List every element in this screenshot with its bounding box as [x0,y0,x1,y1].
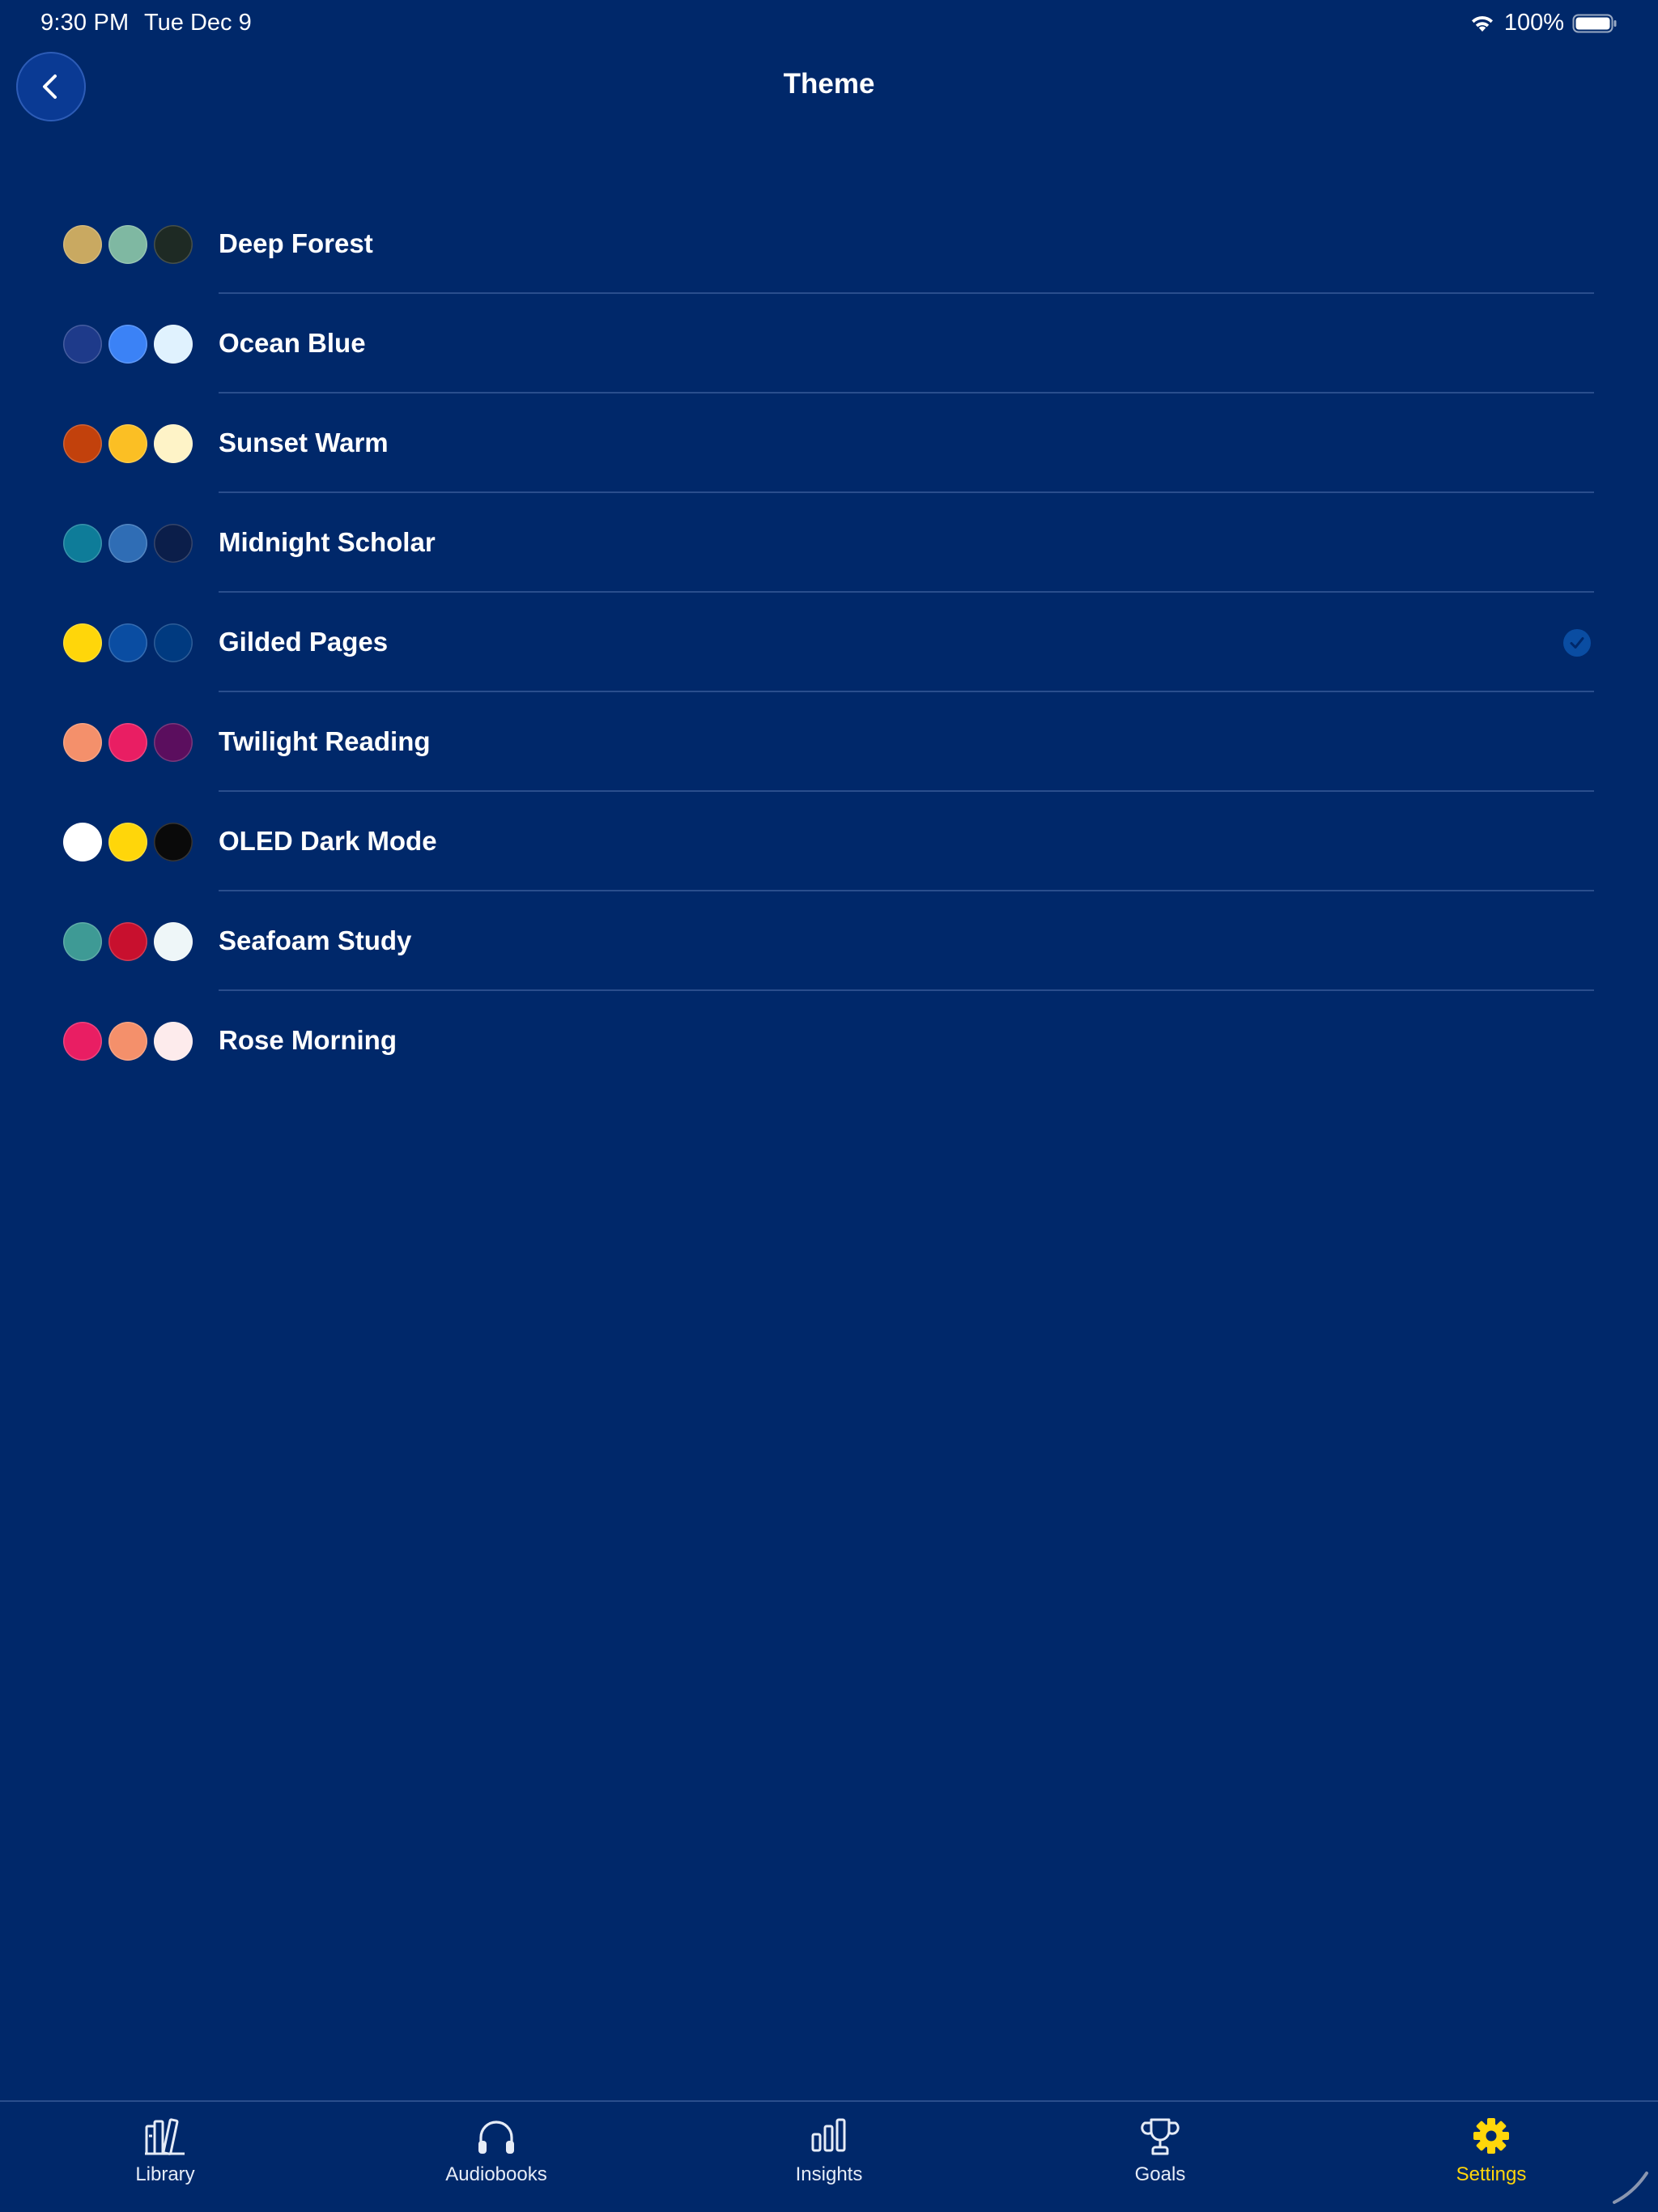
theme-row[interactable]: OLED Dark Mode [0,792,1658,891]
page-title: Theme [783,68,875,100]
theme-row[interactable]: Twilight Reading [0,692,1658,792]
color-swatch [154,424,193,463]
color-swatch [108,1022,147,1061]
status-indicators: 100% [1469,10,1618,36]
color-swatch [154,325,193,364]
color-swatch [63,823,102,861]
status-date: Tue Dec 9 [144,10,252,36]
battery-percent: 100% [1503,10,1564,36]
theme-row[interactable]: Deep Forest [0,194,1658,294]
color-swatches [63,524,193,563]
theme-name: Twilight Reading [219,726,431,756]
color-swatch [154,623,193,662]
color-swatch [63,325,102,364]
theme-name: Sunset Warm [219,428,389,457]
color-swatches [63,225,193,264]
tab-label: Library [135,2163,195,2185]
color-swatch [154,723,193,762]
trophy-icon [1141,2118,1180,2155]
theme-name: Midnight Scholar [219,527,436,557]
corner-handle-icon [1613,2172,1648,2204]
tab-label: Goals [1134,2163,1186,2185]
bar-chart-icon [811,2118,846,2152]
color-swatches [63,823,193,861]
color-swatch [63,524,102,563]
color-swatch [108,623,147,662]
theme-name: Gilded Pages [219,627,389,657]
color-swatch [108,325,147,364]
theme-row[interactable]: Sunset Warm [0,393,1658,493]
theme-row[interactable]: Ocean Blue [0,294,1658,393]
color-swatch [63,922,102,961]
theme-row[interactable]: Midnight Scholar [0,493,1658,593]
color-swatch [154,225,193,264]
theme-row[interactable]: Rose Morning [0,991,1658,1091]
theme-name: OLED Dark Mode [219,826,437,856]
color-swatch [63,723,102,762]
theme-name: Deep Forest [219,228,373,258]
gear-icon [1473,2118,1509,2154]
battery-icon [1572,14,1617,32]
theme-settings-screen: 9:30 PM Tue Dec 9 100% Theme Deep Forest… [0,0,1658,2212]
color-swatches [63,325,193,364]
color-swatch [63,225,102,264]
tab-library[interactable]: Library [76,2116,254,2206]
headphones-icon [478,2121,514,2154]
color-swatches [63,623,193,662]
tab-label: Insights [795,2163,863,2185]
color-swatch [108,424,147,463]
color-swatch [108,823,147,861]
color-swatches [63,922,193,961]
tab-bar: Library Audiobooks Insights Goals Settin… [0,2100,1658,2212]
color-swatch [108,723,147,762]
color-swatch [154,823,193,861]
theme-name: Rose Morning [219,1025,397,1055]
theme-list: Deep Forest Ocean Blue Sunset Warm Midnight… [0,194,1658,1091]
color-swatches [63,1022,193,1061]
color-swatch [63,1022,102,1061]
color-swatch [63,623,102,662]
checkmark-icon [1563,629,1591,657]
tab-label: Audiobooks [445,2163,547,2185]
color-swatch [63,424,102,463]
color-swatches [63,424,193,463]
tab-audiobooks[interactable]: Audiobooks [407,2116,585,2206]
tab-settings[interactable]: Settings [1402,2116,1580,2206]
theme-name: Seafoam Study [219,925,412,955]
theme-name: Ocean Blue [219,328,366,358]
books-icon [145,2118,185,2155]
tab-insights[interactable]: Insights [740,2116,918,2206]
color-swatch [154,524,193,563]
status-time: 9:30 PM [40,10,130,36]
theme-row[interactable]: Gilded Pages [0,593,1658,692]
status-bar: 9:30 PM Tue Dec 9 100% [0,0,1658,52]
color-swatch [108,524,147,563]
color-swatch [154,1022,193,1061]
tab-label: Settings [1456,2163,1527,2185]
color-swatch [108,922,147,961]
tab-goals[interactable]: Goals [1071,2116,1249,2206]
wifi-icon [1471,15,1493,32]
color-swatch [154,922,193,961]
color-swatch [108,225,147,264]
theme-row[interactable]: Seafoam Study [0,891,1658,991]
color-swatches [63,723,193,762]
